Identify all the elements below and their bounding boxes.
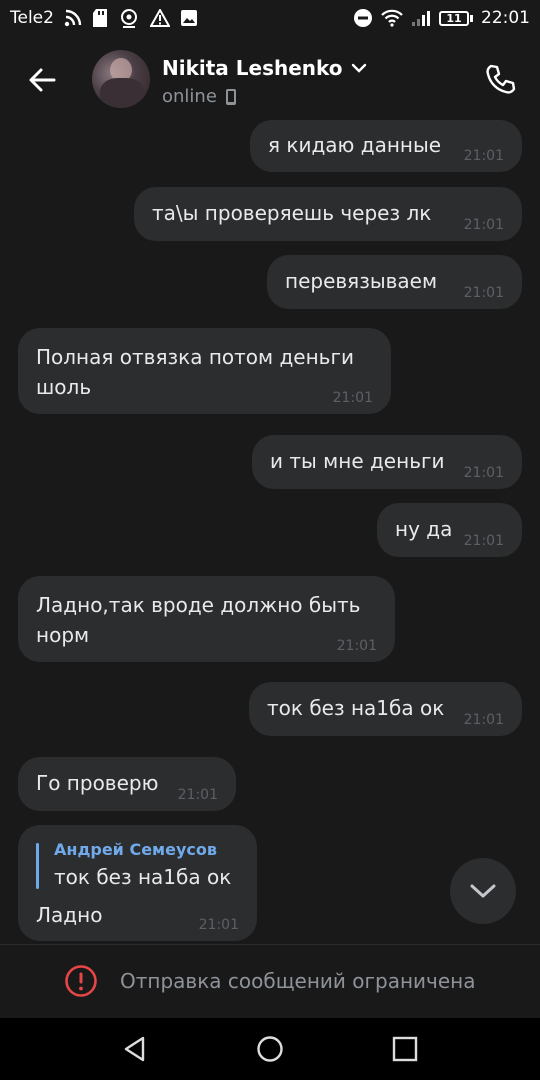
- message-time: 21:01: [463, 712, 504, 728]
- wifi-icon: [381, 9, 403, 27]
- nav-back-button[interactable]: [118, 1032, 152, 1066]
- message-outgoing[interactable]: ну да 21:01: [377, 503, 522, 557]
- reply-indicator: [36, 843, 39, 889]
- warning-triangle-icon: [149, 9, 170, 27]
- chevron-down-icon: [351, 63, 366, 73]
- message-time: 21:01: [463, 285, 504, 301]
- system-navigation-bar: [0, 1018, 540, 1080]
- status-bar: Tele2 11 22:01: [0, 0, 540, 36]
- message-incoming[interactable]: Полная отвязка потом деньги шоль 21:01: [18, 328, 391, 414]
- message-time: 21:01: [177, 787, 218, 803]
- restriction-text: Отправка сообщений ограничена: [120, 969, 476, 993]
- message-text: Ладно: [36, 903, 103, 927]
- message-outgoing[interactable]: ток без на1ба ок 21:01: [249, 682, 522, 736]
- exclamation-circle-icon: [65, 965, 97, 997]
- status-text: online: [162, 86, 217, 107]
- nav-home-button[interactable]: [253, 1032, 287, 1066]
- do-not-disturb-icon: [353, 8, 373, 28]
- message-outgoing[interactable]: я кидаю данные 21:01: [250, 120, 522, 172]
- nav-recents-button[interactable]: [388, 1032, 422, 1066]
- clock: 22:01: [481, 8, 530, 28]
- message-list[interactable]: я кидаю данные 21:01 та\ы проверяешь чер…: [0, 120, 540, 944]
- circle-home-icon: [257, 1036, 283, 1062]
- chat-header: Nikita Leshenko online: [0, 36, 540, 120]
- message-time: 21:01: [463, 217, 504, 233]
- avatar[interactable]: [92, 50, 150, 108]
- message-text: и ты мне деньги: [270, 449, 445, 473]
- message-time: 21:01: [463, 148, 504, 164]
- arrow-left-icon: [29, 68, 56, 92]
- message-text-line: Ладно,так вроде должно быть: [36, 593, 361, 617]
- restriction-banner: Отправка сообщений ограничена: [0, 944, 540, 1018]
- contact-status: online: [162, 86, 237, 107]
- message-outgoing[interactable]: та\ы проверяешь через лк 21:01: [134, 187, 522, 241]
- message-text-line: шоль: [36, 375, 92, 399]
- reply-quoted-text: ток без на1ба ок: [54, 865, 232, 889]
- mobile-phone-icon: [225, 88, 236, 105]
- message-text-line: Полная отвязка потом деньги: [36, 345, 354, 369]
- square-recents-icon: [392, 1036, 418, 1062]
- message-time: 21:01: [198, 917, 239, 933]
- message-text-line: норм: [36, 623, 90, 647]
- back-button[interactable]: [22, 60, 62, 100]
- message-time: 21:01: [463, 465, 504, 481]
- scroll-to-bottom-button[interactable]: [450, 858, 516, 924]
- signal-icon: [411, 9, 431, 27]
- contact-title[interactable]: Nikita Leshenko: [162, 56, 367, 80]
- message-text: ток без на1ба ок: [267, 696, 445, 720]
- message-incoming[interactable]: Ладно,так вроде должно быть норм 21:01: [18, 576, 395, 662]
- message-text: перевязываем: [285, 269, 438, 293]
- rss-icon: [64, 9, 82, 27]
- message-text: Го проверю: [36, 771, 159, 795]
- reply-author[interactable]: Андрей Семеусов: [54, 840, 217, 859]
- message-outgoing[interactable]: перевязываем 21:01: [267, 255, 522, 309]
- message-time: 21:01: [463, 533, 504, 549]
- chevron-down-icon: [470, 884, 496, 898]
- message-text: ну да: [395, 517, 453, 541]
- image-icon: [180, 9, 198, 27]
- message-incoming-reply[interactable]: Андрей Семеусов ток без на1ба ок Ладно 2…: [18, 825, 257, 941]
- battery-level: 11: [439, 10, 469, 26]
- message-time: 21:01: [332, 390, 373, 406]
- message-incoming[interactable]: Го проверю 21:01: [18, 757, 236, 811]
- triangle-back-icon: [124, 1036, 145, 1062]
- message-time: 21:01: [336, 638, 377, 654]
- message-outgoing[interactable]: и ты мне деньги 21:01: [252, 435, 522, 489]
- sd-card-icon: [92, 8, 108, 28]
- call-button[interactable]: [480, 60, 520, 100]
- message-text: я кидаю данные: [268, 133, 442, 157]
- hotspot-icon: [118, 8, 140, 28]
- battery-icon: 11: [439, 10, 473, 26]
- phone-icon: [486, 64, 516, 94]
- carrier-label: Tele2: [10, 8, 54, 28]
- contact-name: Nikita Leshenko: [162, 56, 343, 80]
- message-text: та\ы проверяешь через лк: [152, 201, 432, 225]
